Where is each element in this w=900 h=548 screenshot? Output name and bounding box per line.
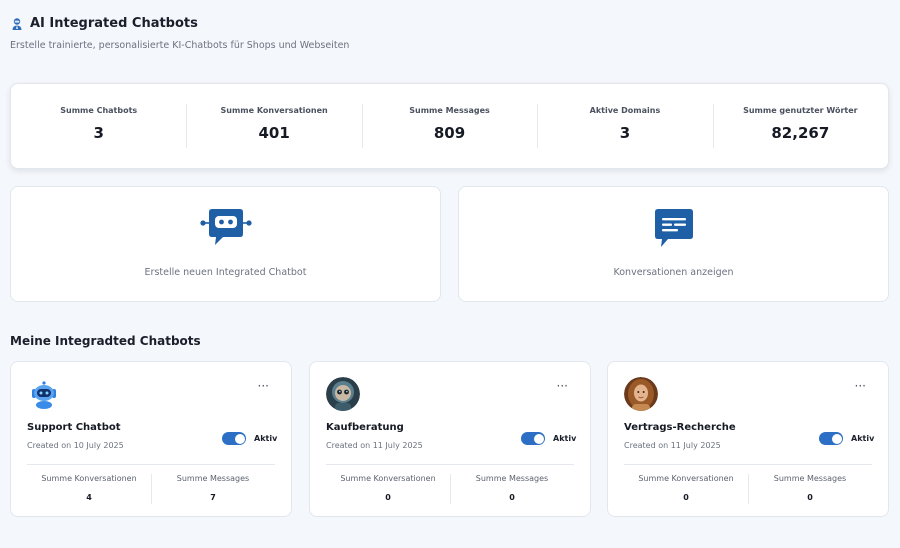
stat-value: 0: [807, 493, 813, 502]
stat-value: 7: [210, 493, 216, 502]
chatbot-created-date: Created on 10 July 2025: [27, 441, 124, 450]
stat-words: Summe genutzter Wörter 82,267: [712, 104, 888, 148]
active-toggle[interactable]: [521, 432, 545, 445]
more-options-icon[interactable]: ···: [557, 380, 568, 392]
stat-chatbots: Summe Chatbots 3: [11, 104, 186, 148]
stat-label: Summe Messages: [475, 474, 549, 483]
chatbot-card-vertrags-recherche[interactable]: ··· Vertrags-Recherche Created on 11 Jul…: [607, 361, 889, 517]
active-toggle[interactable]: [819, 432, 843, 445]
woman-portrait-avatar: [624, 377, 658, 411]
chatbot-messages: Summe Messages 7: [151, 474, 275, 506]
divider: [326, 464, 574, 465]
stat-domains: Aktive Domains 3: [537, 104, 712, 148]
divider: [27, 464, 275, 465]
chatbot-card-kaufberatung[interactable]: ··· Kaufberatung Created on 11 July 2025…: [309, 361, 591, 517]
stat-conversations: Summe Konversationen 401: [186, 104, 361, 148]
show-conversations-card[interactable]: Konversationen anzeigen: [458, 186, 889, 302]
chatbot-conversations: Summe Konversationen 0: [624, 474, 748, 506]
chatbot-icon: [199, 209, 252, 245]
stat-label: Summe genutzter Wörter: [743, 106, 858, 115]
section-title: Meine Integradted Chatbots: [10, 334, 201, 348]
stat-value: 0: [385, 493, 391, 502]
stat-label: Summe Messages: [409, 106, 490, 115]
toggle-label: Aktiv: [851, 434, 875, 443]
show-conversations-label: Konversationen anzeigen: [613, 267, 734, 278]
chatbot-conversations: Summe Konversationen 0: [326, 474, 450, 506]
stat-messages: Summe Messages 809: [361, 104, 537, 148]
more-options-icon[interactable]: ···: [258, 380, 269, 392]
robot-avatar: [27, 377, 61, 411]
stat-value: 809: [433, 124, 466, 142]
chatbot-stats: Summe Konversationen 4 Summe Messages 7: [27, 474, 275, 506]
divider: [624, 464, 872, 465]
chatbot-stats: Summe Konversationen 0 Summe Messages 0: [624, 474, 872, 506]
chatbot-stats: Summe Konversationen 0 Summe Messages 0: [326, 474, 574, 506]
chatbot-name: Support Chatbot: [27, 422, 121, 433]
toggle-label: Aktiv: [553, 434, 577, 443]
stat-label: Summe Messages: [176, 474, 250, 483]
stat-value: 0: [683, 493, 689, 502]
title-row: AI Integrated Chatbots: [10, 16, 349, 31]
chatbot-created-date: Created on 11 July 2025: [624, 441, 721, 450]
chatbot-created-date: Created on 11 July 2025: [326, 441, 423, 450]
stat-value: 0: [509, 493, 515, 502]
chat-bubble-icon: [654, 209, 693, 247]
toggle-label: Aktiv: [254, 434, 278, 443]
stat-value: 3: [619, 124, 631, 142]
stat-label: Aktive Domains: [589, 106, 661, 115]
chatbot-card-support[interactable]: ··· Support Chatbot Created on 10 July 2…: [10, 361, 292, 517]
stat-label: Summe Konversationen: [41, 474, 137, 483]
page-subtitle: Erstelle trainierte, personalisierte KI-…: [10, 40, 350, 51]
create-chatbot-card[interactable]: Erstelle neuen Integrated Chatbot: [10, 186, 441, 302]
stat-label: Summe Konversationen: [220, 106, 328, 115]
stat-value: 401: [258, 124, 290, 142]
stat-label: Summe Konversationen: [340, 474, 436, 483]
page-title: AI Integrated Chatbots: [30, 16, 198, 31]
stat-value: 3: [93, 124, 104, 142]
stat-label: Summe Konversationen: [638, 474, 734, 483]
stat-value: 4: [86, 493, 92, 502]
stat-label: Summe Chatbots: [60, 106, 138, 115]
chatbot-messages: Summe Messages 0: [748, 474, 872, 506]
chatbot-messages: Summe Messages 0: [450, 474, 574, 506]
more-options-icon[interactable]: ···: [855, 380, 866, 392]
robot-icon: [12, 17, 22, 30]
chatbot-name: Kaufberatung: [326, 422, 404, 433]
chatbot-name: Vertrags-Recherche: [624, 422, 736, 433]
stat-label: Summe Messages: [773, 474, 847, 483]
stats-panel: Summe Chatbots 3 Summe Konversationen 40…: [10, 83, 889, 169]
stat-value: 82,267: [771, 124, 830, 142]
page-header: AI Integrated Chatbots Erstelle trainier…: [10, 16, 349, 51]
android-avatar: [326, 377, 360, 411]
create-chatbot-label: Erstelle neuen Integrated Chatbot: [144, 267, 307, 278]
chatbot-conversations: Summe Konversationen 4: [27, 474, 151, 506]
active-toggle[interactable]: [222, 432, 246, 445]
